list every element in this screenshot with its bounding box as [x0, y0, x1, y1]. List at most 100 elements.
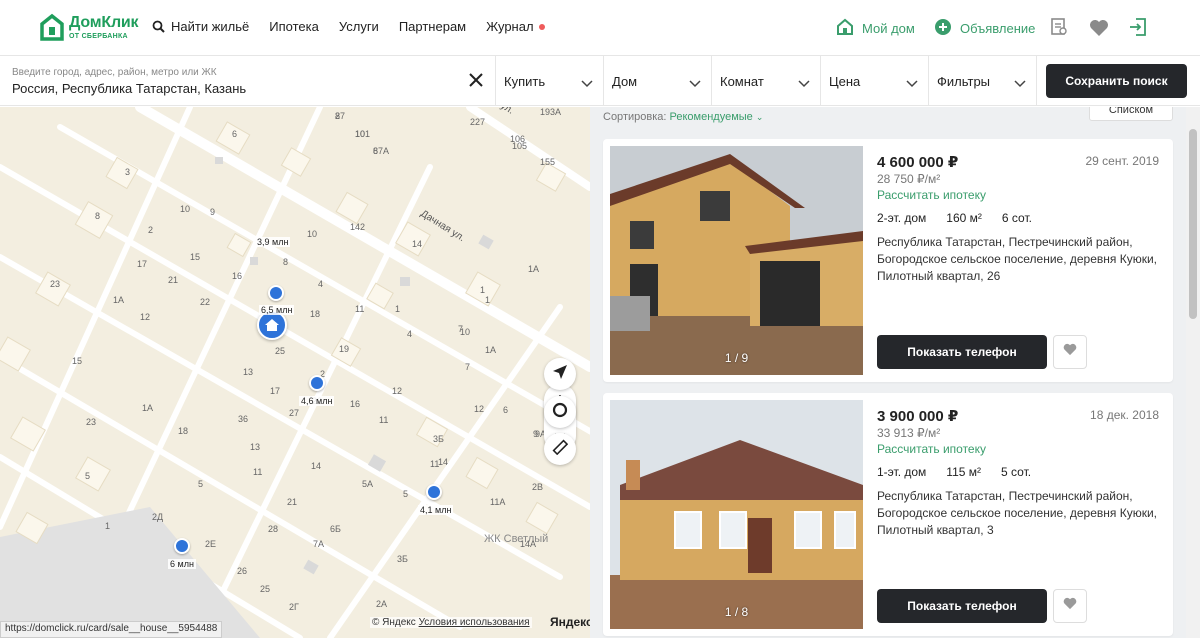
- nav-journal[interactable]: Журнал: [486, 19, 545, 34]
- price-pin-marker[interactable]: [309, 375, 325, 391]
- house-number-label: 8: [283, 257, 288, 267]
- house-number-label: 22: [200, 297, 210, 307]
- rooms-label: Комнат: [720, 74, 764, 89]
- price-pin-marker[interactable]: [426, 484, 442, 500]
- calculate-mortgage-link[interactable]: Рассчитать ипотеку: [877, 442, 986, 456]
- show-phone-button[interactable]: Показать телефон: [877, 335, 1047, 369]
- nav-mortgage[interactable]: Ипотека: [269, 19, 319, 34]
- house-number-label: 1А: [113, 295, 124, 305]
- nav-services[interactable]: Услуги: [339, 19, 379, 34]
- house-number-label: 14: [438, 457, 448, 467]
- house-number-label: 9: [210, 207, 215, 217]
- listing-scrollbar[interactable]: [1186, 107, 1200, 638]
- clear-icon[interactable]: [467, 71, 485, 89]
- scrollbar-thumb[interactable]: [1189, 129, 1197, 319]
- favorite-button[interactable]: [1053, 589, 1087, 623]
- heart-icon: [1063, 343, 1077, 361]
- ruler-icon: [552, 439, 569, 460]
- chevron-down-icon: [798, 76, 810, 91]
- house-number-label: 2В: [532, 482, 543, 492]
- listing-date: 18 дек. 2018: [1090, 408, 1159, 422]
- listing-price: 4 600 000 ₽: [877, 154, 959, 171]
- listing-params: 2-эт. дом 160 м² 6 сот.: [877, 211, 1052, 225]
- domclick-logo[interactable]: ДомКлик ОТ СБЕРБАНКА: [40, 13, 139, 41]
- house-number-label: 5: [403, 489, 408, 499]
- geolocation-button[interactable]: [544, 358, 576, 390]
- chevron-down-icon: [906, 76, 918, 91]
- price-dropdown[interactable]: Цена: [821, 56, 929, 106]
- lasso-icon: [552, 402, 568, 423]
- filters-label: Фильтры: [937, 74, 991, 89]
- map-background[interactable]: Дачная ул. ул. ЖК Светлый 8710187А227106…: [0, 107, 590, 638]
- house-number-label: 5А: [362, 479, 373, 489]
- house-number-label: 227: [470, 117, 485, 127]
- login-icon[interactable]: [1129, 17, 1147, 40]
- logo-sub-text: ОТ СБЕРБАНКА: [69, 32, 128, 40]
- location-search-field[interactable]: Введите город, адрес, район, метро или Ж…: [0, 56, 496, 106]
- my-home-link[interactable]: Мой дом: [836, 18, 915, 39]
- price-per-meter: 33 913 ₽/м²: [877, 426, 941, 440]
- house-number-label: 10: [307, 229, 317, 239]
- price-pin-marker[interactable]: [268, 285, 284, 301]
- house-photo-image: [610, 400, 863, 629]
- save-search-button[interactable]: Сохранить поиск: [1046, 64, 1187, 98]
- deal-type-dropdown[interactable]: Купить: [496, 56, 604, 106]
- rooms-dropdown[interactable]: Комнат: [712, 56, 821, 106]
- house-number-label: 3: [125, 167, 130, 177]
- listing-panel: Списком Сортировка: Рекомендуемые ⌄ 1 / …: [590, 107, 1200, 638]
- house-number-label: 23: [50, 279, 60, 289]
- house-number-label: 7А: [313, 539, 324, 549]
- house-number-label: 13: [250, 442, 260, 452]
- house-number-label: 7: [458, 324, 463, 334]
- calculate-mortgage-link[interactable]: Рассчитать ипотеку: [877, 188, 986, 202]
- terms-link[interactable]: Условия использования: [419, 617, 530, 628]
- copyright-text: © Яндекс: [372, 617, 416, 628]
- house-number-label: 1: [485, 295, 490, 305]
- add-ad-label: Объявление: [960, 21, 1036, 36]
- nav-partners[interactable]: Партнерам: [399, 19, 466, 34]
- listing-photo[interactable]: 1 / 8: [610, 400, 863, 629]
- show-phone-button[interactable]: Показать телефон: [877, 589, 1047, 623]
- house-number-label: 5: [198, 479, 203, 489]
- yandex-logo[interactable]: Яндекс: [550, 615, 590, 629]
- house-number-label: 13: [243, 367, 253, 377]
- house-number-label: 19: [339, 344, 349, 354]
- sort-control: Сортировка: Рекомендуемые ⌄: [603, 111, 763, 123]
- nav-find-home[interactable]: Найти жильё: [152, 19, 249, 34]
- house-number-label: 21: [168, 275, 178, 285]
- house-number-label: 14А: [520, 539, 536, 549]
- house-number-label: 21: [287, 497, 297, 507]
- property-type-dropdown[interactable]: Дом: [604, 56, 712, 106]
- house-number-label: 7: [465, 362, 470, 372]
- house-number-label: 2: [148, 225, 153, 235]
- price-label: Цена: [829, 74, 861, 89]
- house-number-label: 6: [373, 146, 378, 156]
- favorite-button[interactable]: [1053, 335, 1087, 369]
- map-panel[interactable]: Дачная ул. ул. ЖК Светлый 87 101 87А 227 106…: [0, 107, 590, 638]
- sort-value-dropdown[interactable]: Рекомендуемые ⌄: [670, 111, 764, 123]
- house-number-label: 8: [95, 211, 100, 221]
- house-number-label: 6: [503, 405, 508, 415]
- listing-photo[interactable]: 1 / 9: [610, 146, 863, 375]
- house-number-label: 155: [540, 157, 555, 167]
- price-per-meter: 28 750 ₽/м²: [877, 172, 941, 186]
- add-ad-link[interactable]: Объявление: [934, 18, 1035, 39]
- heart-icon: [1063, 597, 1077, 615]
- chevron-down-icon: [1014, 76, 1026, 91]
- draw-area-button[interactable]: [544, 396, 576, 428]
- listing-card[interactable]: 1 / 9 4 600 000 ₽ 29 сент. 2019 28 750 ₽…: [603, 139, 1173, 382]
- ruler-button[interactable]: [544, 433, 576, 465]
- compare-icon[interactable]: [1050, 17, 1068, 40]
- nav-partners-label: Партнерам: [398, 19, 467, 34]
- house-number-label: 2А: [376, 599, 387, 609]
- house-number-label: 2Е: [205, 539, 216, 549]
- house-number-label: 193А: [540, 107, 561, 117]
- map-attribution: © Яндекс Условия использования: [370, 617, 532, 628]
- sort-label: Сортировка:: [603, 111, 667, 123]
- listing-card[interactable]: 1 / 8 3 900 000 ₽ 18 дек. 2018 33 913 ₽/…: [603, 393, 1173, 636]
- list-view-button[interactable]: Списком: [1089, 107, 1173, 121]
- top-header: ДомКлик ОТ СБЕРБАНКА Найти жильё Ипотека…: [0, 0, 1200, 56]
- filters-dropdown[interactable]: Фильтры: [929, 56, 1037, 106]
- favorites-heart-icon[interactable]: [1089, 19, 1109, 40]
- price-pin-marker[interactable]: [174, 538, 190, 554]
